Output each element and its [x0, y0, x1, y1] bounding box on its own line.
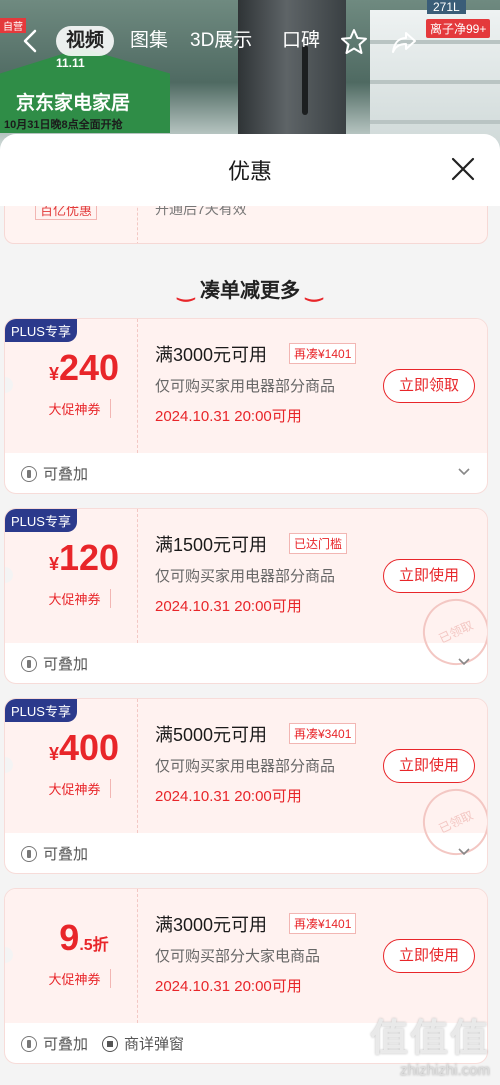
coupon-amount: 9.5折: [59, 917, 109, 958]
coupon-status-badge: 已达门槛: [289, 533, 348, 554]
curl-left-icon: ‿: [177, 280, 194, 302]
coupon-time: 2024.10.31 20:00可用: [155, 408, 302, 425]
sheet-header: 优惠: [0, 134, 500, 206]
coupon-scope: 仅可购买家用电器部分商品: [155, 378, 336, 395]
stackable-icon: [21, 845, 37, 862]
coupon-type: 大促神券: [39, 589, 111, 608]
coupon-amount: ¥400: [48, 727, 120, 768]
coupon-scope: 仅可购买家用电器部分商品: [155, 568, 336, 585]
use-button[interactable]: 立即使用: [383, 559, 475, 593]
coupon-scope: 仅可购买部分大家电商品: [155, 948, 321, 965]
coupon-condition: 满3000元可用: [155, 345, 268, 365]
close-icon[interactable]: [450, 156, 476, 182]
coupon-card: PLUS专享 ¥240 大促神券 满3000元可用 再凑¥1401 仅可购买家用…: [4, 318, 488, 494]
discount-sheet: 优惠 百亿优惠 开通后7天有效 ‿ 凑单减更多 ‿ PLUS专享 ¥240 大促神券…: [0, 134, 500, 1085]
tab-3d[interactable]: 3D展示: [190, 26, 252, 56]
coupon-time: 2024.10.31 20:00可用: [155, 598, 302, 615]
stackable-icon: [21, 465, 37, 482]
plus-badge: PLUS专享: [5, 699, 77, 722]
coupon-condition: 满1500元可用: [155, 535, 268, 555]
coupon-status-badge: 再凑¥1401: [289, 913, 357, 934]
use-button[interactable]: 立即使用: [383, 749, 475, 783]
popup-icon: [102, 1035, 119, 1052]
chevron-down-icon[interactable]: [457, 465, 471, 479]
coupon-type: 大促神券: [39, 969, 111, 988]
top-navigation: 视频 图集 3D展示 口碑: [0, 20, 500, 62]
coupon-footer: 可叠加: [21, 843, 88, 864]
coupon-card: PLUS专享 ¥120 大促神券 满1500元可用 已达门槛 仅可购买家用电器部…: [4, 508, 488, 684]
coupon-amount: ¥240: [48, 347, 120, 388]
sheet-title: 优惠: [227, 159, 272, 184]
share-icon[interactable]: [388, 26, 420, 58]
coupon-footer: 可叠加 商详弹窗: [21, 1033, 184, 1054]
curl-right-icon: ‿: [306, 280, 323, 302]
coupon-amount: ¥120: [48, 537, 120, 578]
chevron-down-icon[interactable]: [457, 655, 471, 669]
tab-video[interactable]: 视频: [56, 26, 115, 56]
claim-button[interactable]: 立即领取: [383, 369, 475, 403]
coupon-condition: 满3000元可用: [155, 915, 268, 935]
coupon-status-badge: 再凑¥1401: [289, 343, 357, 364]
coupon-footer: 可叠加: [21, 653, 88, 674]
stackable-icon: [21, 1035, 37, 1052]
back-arrow-icon[interactable]: [16, 26, 46, 56]
stackable-icon: [21, 655, 37, 672]
star-icon[interactable]: [338, 26, 370, 58]
site-watermark: 值值值 zhizhizhi.com: [369, 1018, 490, 1079]
use-button[interactable]: 立即使用: [383, 939, 475, 973]
coupon-time: 2024.10.31 20:00可用: [155, 978, 302, 995]
tab-gallery[interactable]: 图集: [130, 26, 168, 56]
coupon-footer: 可叠加: [21, 463, 88, 484]
detail-popup-label[interactable]: 商详弹窗: [124, 1033, 184, 1054]
coupon-status-badge: 再凑¥3401: [289, 723, 357, 744]
coupon-time: 2024.10.31 20:00可用: [155, 788, 302, 805]
coupon-condition: 满5000元可用: [155, 725, 268, 745]
promo-subtitle: 10月31日晚8点全面开抢: [4, 119, 123, 131]
coupon-type: 大促神券: [39, 399, 111, 418]
coupon-card: PLUS专享 ¥400 大促神券 满5000元可用 再凑¥3401 仅可购买家用…: [4, 698, 488, 874]
chevron-down-icon[interactable]: [457, 845, 471, 859]
plus-badge: PLUS专享: [5, 319, 77, 342]
tab-reviews[interactable]: 口碑: [282, 26, 320, 56]
section-title: ‿ 凑单减更多 ‿: [177, 280, 323, 302]
capacity-label: 271L: [427, 0, 466, 14]
promo-title: 京东家电家居: [16, 93, 131, 114]
coupon-scope: 仅可购买家用电器部分商品: [155, 758, 336, 775]
plus-badge: PLUS专享: [5, 509, 77, 532]
coupon-type: 大促神券: [39, 779, 111, 798]
